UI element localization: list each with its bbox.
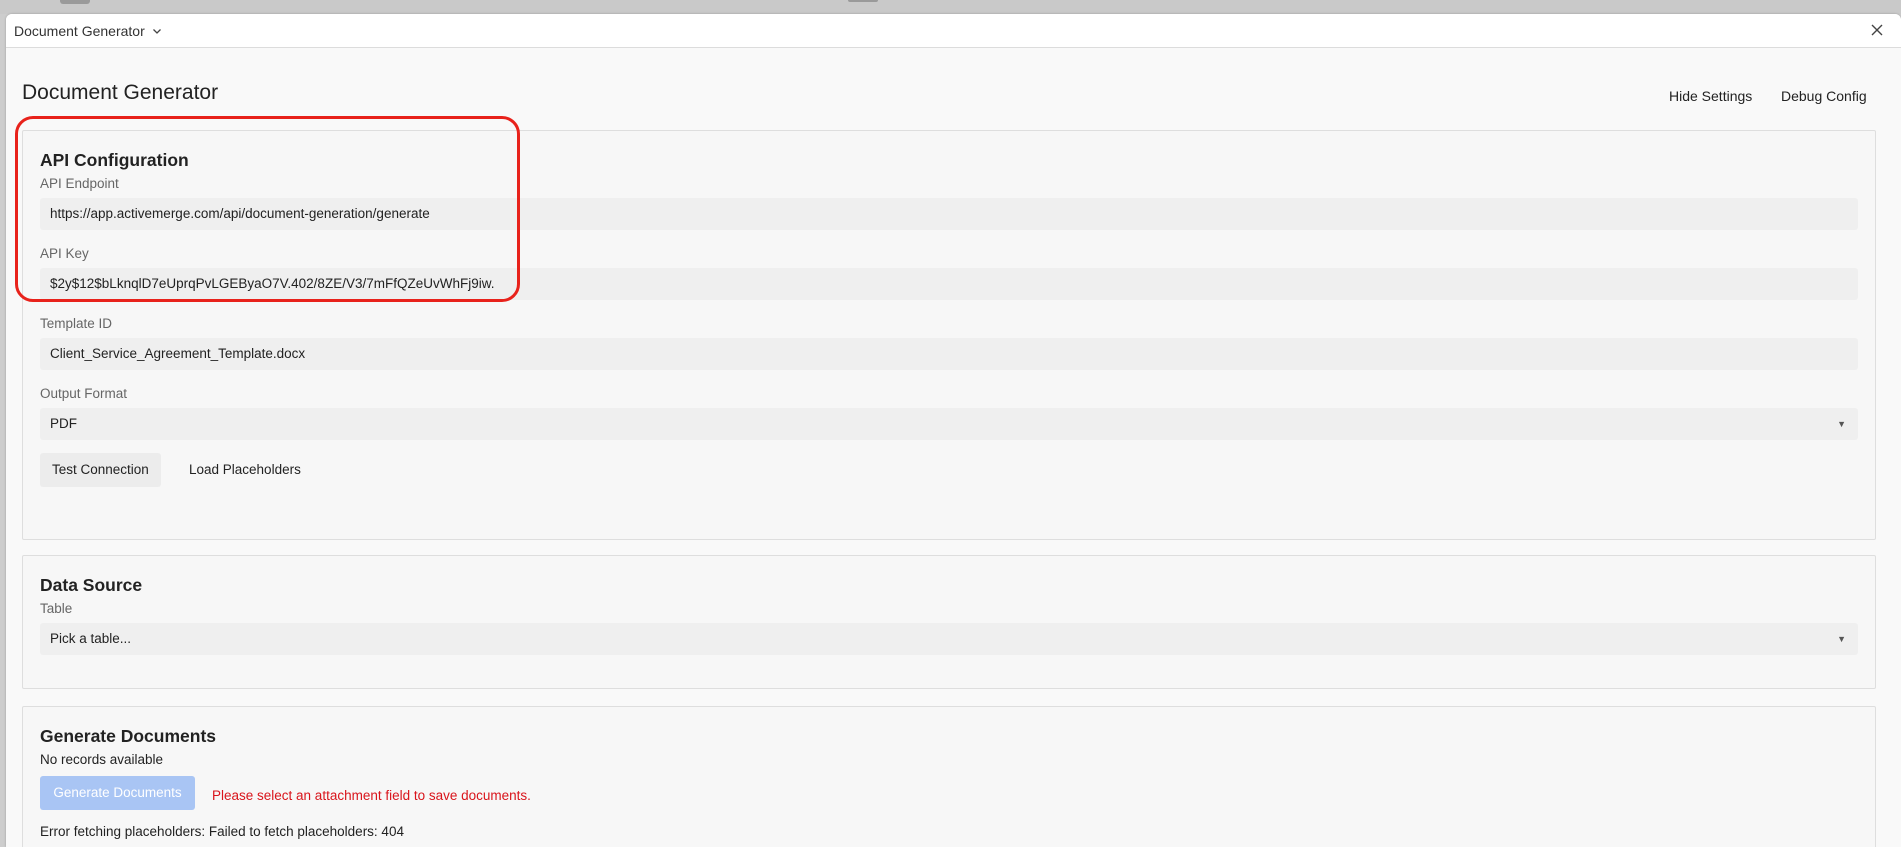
window-title-menu[interactable]: Document Generator (14, 23, 163, 39)
background-element (848, 0, 878, 2)
dropdown-caret-icon: ▼ (1837, 419, 1846, 429)
placeholder-error-text: Error fetching placeholders: Failed to f… (40, 824, 404, 839)
dropdown-caret-icon: ▼ (1837, 634, 1846, 644)
api-key-label: API Key (40, 246, 89, 261)
api-key-input[interactable]: $2y$12$bLknqlD7eUprqPvLGEByaO7V.402/8ZE/… (40, 268, 1858, 300)
records-status-text: No records available (40, 752, 164, 767)
document-generator-window: Document Generator Document Generator Hi… (6, 14, 1901, 847)
hide-settings-button[interactable]: Hide Settings (1669, 88, 1752, 104)
debug-config-button[interactable]: Debug Config (1781, 88, 1867, 104)
table-select-placeholder: Pick a table... (50, 631, 132, 646)
background-app-strip (0, 0, 1901, 14)
window-titlebar: Document Generator (6, 14, 1901, 48)
template-id-label: Template ID (40, 316, 113, 331)
load-placeholders-button[interactable]: Load Placeholders (177, 453, 313, 487)
table-select[interactable]: Pick a table... ▼ (40, 623, 1858, 655)
data-source-heading: Data Source (40, 575, 143, 595)
table-label: Table (40, 601, 73, 616)
test-connection-button[interactable]: Test Connection (40, 453, 161, 487)
output-format-label: Output Format (40, 386, 128, 401)
template-id-input[interactable]: Client_Service_Agreement_Template.docx (40, 338, 1858, 370)
background-element (60, 0, 90, 4)
chevron-down-icon (152, 29, 161, 34)
generate-documents-heading: Generate Documents (40, 726, 217, 746)
close-icon[interactable] (1869, 22, 1885, 38)
generate-documents-section: Generate Documents No records available … (22, 706, 1876, 847)
generate-documents-button[interactable]: Generate Documents (40, 776, 195, 810)
output-format-select[interactable]: PDF ▼ (40, 408, 1858, 440)
attachment-warning-text: Please select an attachment field to sav… (212, 788, 531, 803)
page-title: Document Generator (22, 81, 219, 104)
main-content: Document Generator Hide Settings Debug C… (6, 48, 1901, 847)
data-source-section: Data Source Table Pick a table... ▼ (22, 555, 1876, 689)
api-endpoint-label: API Endpoint (40, 176, 119, 191)
window-title: Document Generator (14, 23, 145, 39)
api-configuration-heading: API Configuration (40, 150, 189, 170)
output-format-value: PDF (50, 416, 77, 431)
api-configuration-section: API Configuration API Endpoint https://a… (22, 130, 1876, 540)
api-endpoint-input[interactable]: https://app.activemerge.com/api/document… (40, 198, 1858, 230)
